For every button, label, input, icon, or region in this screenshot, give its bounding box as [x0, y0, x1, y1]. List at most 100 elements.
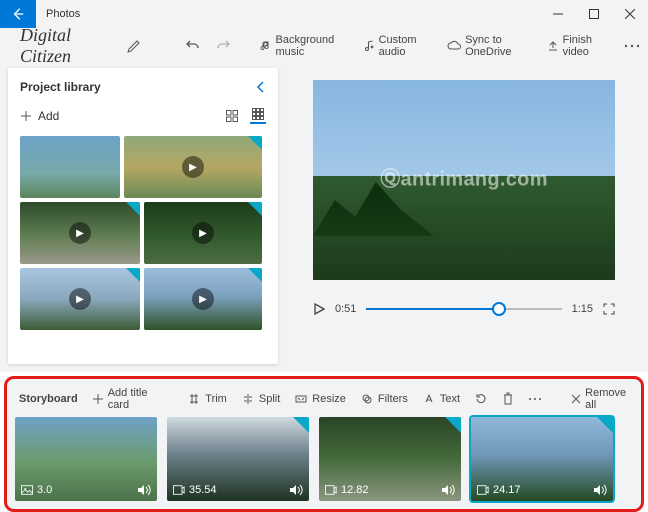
redo-icon: [215, 38, 231, 54]
minimize-icon: [553, 9, 563, 19]
library-thumb[interactable]: ▶: [20, 202, 140, 264]
resize-icon: [295, 393, 307, 405]
back-button[interactable]: [0, 0, 36, 28]
trim-button[interactable]: Trim: [187, 392, 227, 406]
rotate-icon: [474, 392, 488, 406]
preview-panel: Ⓠantrimang.com 0:51 1:15: [288, 68, 640, 364]
remove-all-button[interactable]: Remove all: [570, 387, 629, 411]
photo-badge-icon: [21, 485, 33, 495]
collapse-library-button[interactable]: [256, 80, 266, 94]
storyboard-clip[interactable]: 12.82: [319, 417, 461, 501]
clip-more-button[interactable]: [528, 397, 542, 401]
ellipsis-icon: [528, 397, 542, 401]
more-button[interactable]: [624, 36, 640, 56]
project-library-panel: Project library Add ▶ ▶ ▶ ▶ ▶: [8, 68, 278, 364]
storyboard-title: Storyboard: [19, 393, 78, 405]
clip-duration: 3.0: [37, 484, 133, 496]
playback-controls: 0:51 1:15: [313, 302, 615, 316]
project-title: Digital Citizen: [20, 25, 107, 67]
cloud-icon: [447, 40, 461, 52]
filters-button[interactable]: Filters: [360, 392, 408, 406]
delete-button[interactable]: [502, 392, 514, 406]
play-icon: ▶: [182, 156, 204, 178]
sync-label: Sync to OneDrive: [465, 34, 533, 58]
library-thumb[interactable]: ▶: [144, 202, 262, 264]
storyboard-clip[interactable]: 35.54: [167, 417, 309, 501]
fullscreen-button[interactable]: [603, 303, 615, 315]
undo-button[interactable]: [185, 36, 201, 56]
close-button[interactable]: [612, 0, 648, 28]
maximize-icon: [589, 9, 599, 19]
library-thumb[interactable]: ▶: [20, 268, 140, 330]
maximize-button[interactable]: [576, 0, 612, 28]
seek-slider[interactable]: [366, 302, 561, 316]
minimize-button[interactable]: [540, 0, 576, 28]
finish-label: Finish video: [563, 34, 610, 58]
play-icon: ▶: [192, 288, 214, 310]
custom-audio-label: Custom audio: [379, 34, 434, 58]
play-icon: ▶: [69, 222, 91, 244]
filters-icon: [361, 393, 373, 405]
library-thumb[interactable]: ▶: [144, 268, 262, 330]
fullscreen-icon: [603, 303, 615, 315]
bg-music-button[interactable]: Background music: [260, 34, 349, 58]
grid-large-view[interactable]: [224, 108, 240, 124]
watermark: Ⓠantrimang.com: [380, 163, 548, 192]
grid-small-icon: [252, 108, 264, 120]
window-title: Photos: [46, 8, 80, 20]
close-icon: [625, 9, 635, 19]
storyboard-clip[interactable]: 3.0: [15, 417, 157, 501]
add-title-card-button[interactable]: Add title card: [92, 387, 155, 411]
rename-button[interactable]: [125, 36, 141, 56]
undo-icon: [185, 38, 201, 54]
trash-icon: [502, 392, 514, 406]
grid-small-view[interactable]: [250, 108, 266, 124]
storyboard-clip[interactable]: 24.17: [471, 417, 613, 501]
finish-button[interactable]: Finish video: [547, 34, 610, 58]
volume-icon: [441, 484, 455, 496]
chevron-left-icon: [256, 80, 266, 94]
custom-audio-button[interactable]: Custom audio: [363, 34, 434, 58]
export-icon: [547, 40, 559, 52]
video-badge-icon: [325, 485, 337, 495]
text-button[interactable]: Text: [422, 392, 460, 406]
redo-button[interactable]: [215, 36, 231, 56]
plus-icon: [92, 393, 104, 405]
ellipsis-icon: [624, 44, 640, 48]
resize-button[interactable]: Resize: [294, 392, 346, 406]
main-area: Project library Add ▶ ▶ ▶ ▶ ▶: [0, 64, 648, 372]
play-button[interactable]: [313, 303, 325, 315]
total-time: 1:15: [572, 303, 593, 315]
storyboard-toolbar: Storyboard Add title card Trim Split Res…: [15, 385, 633, 417]
volume-icon: [593, 484, 607, 496]
play-icon: ▶: [192, 222, 214, 244]
library-title: Project library: [20, 80, 256, 94]
x-icon: [571, 394, 581, 404]
add-media-button[interactable]: Add: [20, 109, 59, 123]
video-badge-icon: [173, 485, 185, 495]
audio-icon: [363, 40, 375, 52]
video-preview[interactable]: Ⓠantrimang.com: [313, 80, 615, 280]
rotate-button[interactable]: [474, 392, 488, 406]
volume-icon: [289, 484, 303, 496]
titlebar: Photos: [0, 0, 648, 28]
current-time: 0:51: [335, 303, 356, 315]
arrow-left-icon: [11, 7, 25, 21]
sync-button[interactable]: Sync to OneDrive: [447, 34, 533, 58]
play-icon: [313, 303, 325, 315]
split-button[interactable]: Split: [241, 392, 280, 406]
clip-duration: 35.54: [189, 484, 285, 496]
text-icon: [423, 393, 435, 405]
play-icon: ▶: [69, 288, 91, 310]
grid-large-icon: [226, 110, 238, 122]
library-grid: ▶ ▶ ▶ ▶ ▶: [20, 136, 266, 330]
split-icon: [242, 393, 254, 405]
library-thumb[interactable]: [20, 136, 120, 198]
library-thumb[interactable]: ▶: [124, 136, 262, 198]
storyboard-panel: Storyboard Add title card Trim Split Res…: [4, 376, 644, 512]
storyboard-clips: 3.0 35.54 12.82 24.17: [15, 417, 633, 501]
bg-music-label: Background music: [276, 34, 349, 58]
volume-icon: [137, 484, 151, 496]
clip-duration: 24.17: [493, 484, 589, 496]
music-icon: [260, 40, 272, 52]
